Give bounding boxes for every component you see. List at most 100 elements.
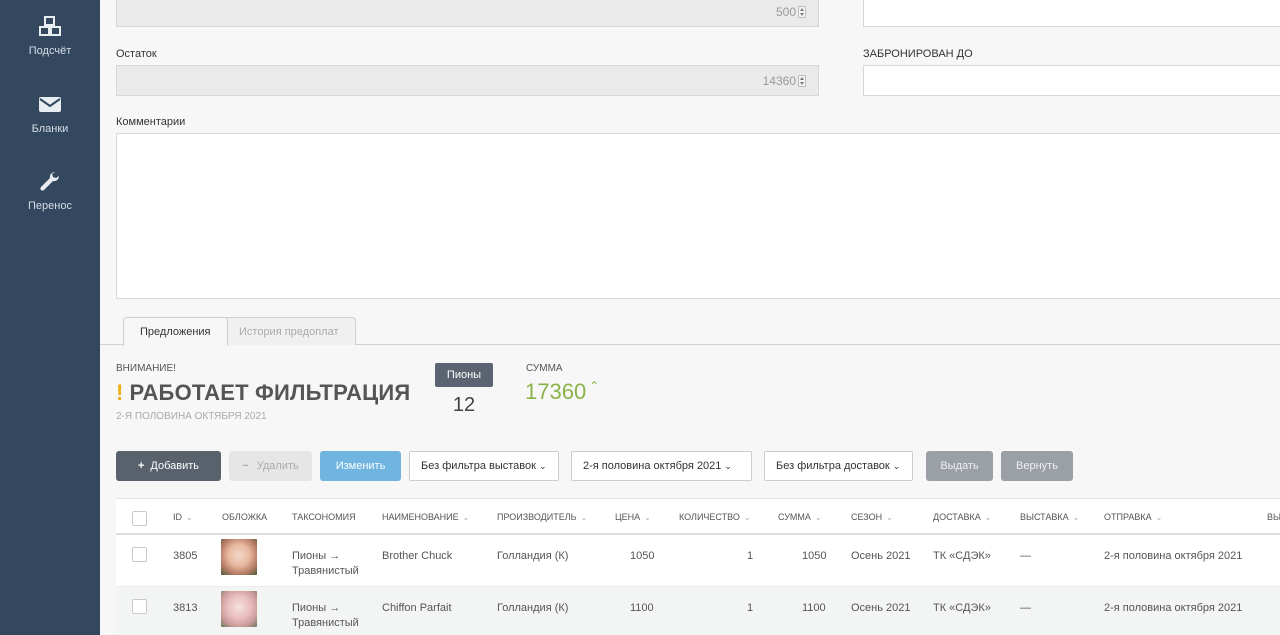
chevron-down-icon: ⌄ <box>724 461 732 471</box>
dropdown-value: 2-я половина октября 2021 <box>583 460 722 472</box>
chevron-down-icon: ⌄ <box>538 461 547 471</box>
return-button[interactable]: Вернуть <box>1001 451 1073 481</box>
chevron-up-icon: ⌃ <box>589 379 600 393</box>
sidebar-item-forms[interactable]: Бланки <box>0 93 100 135</box>
comments-textarea[interactable] <box>116 133 1280 299</box>
column-header-taxonomy: ТАКСОНОМИЯ <box>292 512 356 522</box>
cell-shipping: 2-я половина октября 2021 <box>1104 550 1243 562</box>
column-label: СЕЗОН <box>851 512 883 522</box>
cover-thumbnail[interactable] <box>221 539 257 575</box>
cell-sum: 1050 <box>802 550 827 562</box>
column-header-id[interactable]: ID ⌄ <box>173 512 193 522</box>
column-header-price[interactable]: ЦЕНА ⌄ <box>615 512 651 522</box>
filter-title: РАБОТАЕТ ФИЛЬТРАЦИЯ <box>129 380 411 405</box>
filter-period: 2-Я ПОЛОВИНА ОКТЯБРЯ 2021 <box>116 411 267 422</box>
right-top-field[interactable] <box>863 0 1280 27</box>
sidebar-item-label: Перенос <box>28 200 72 212</box>
column-label: ID <box>173 512 182 522</box>
cell-name: Chiffon Parfait <box>382 602 452 614</box>
taxonomy-line: Пионы → <box>292 602 341 614</box>
remainder-field[interactable]: 14360 <box>116 65 819 96</box>
column-header-quantity[interactable]: КОЛИЧЕСТВО ⌄ <box>679 512 751 522</box>
add-button[interactable]: + Добавить <box>116 451 221 481</box>
cell-name: Brother Chuck <box>382 550 453 562</box>
taxonomy-line: Травянистый <box>292 565 359 577</box>
give-button[interactable]: Выдать <box>926 451 993 481</box>
table-row[interactable]: 3805 Пионы → Травянистый Brother Chuck Го… <box>116 535 1280 587</box>
add-label: Добавить <box>150 460 200 472</box>
sidebar-item-label: Бланки <box>31 123 69 135</box>
stepper-icon[interactable] <box>798 75 806 87</box>
chevron-down-icon: ⌄ <box>984 513 992 522</box>
table-row[interactable]: 3813 Пионы → Травянистый Chiffon Parfait … <box>116 587 1280 635</box>
chevron-down-icon: ⌄ <box>886 513 893 522</box>
cover-thumbnail[interactable] <box>221 591 257 627</box>
column-header-name[interactable]: НАИМЕНОВАНИЕ ⌄ <box>382 512 469 522</box>
chevron-down-icon: ⌄ <box>1072 513 1080 522</box>
cell-sum: 1100 <box>802 602 826 614</box>
exhibitions-filter-dropdown[interactable]: Без фильтра выставок ⌄ <box>409 451 559 481</box>
cell-id: 3805 <box>173 550 198 562</box>
column-header-extra: ВЫ <box>1267 512 1280 522</box>
column-header-shipping[interactable]: ОТПРАВКА ⌄ <box>1104 512 1162 522</box>
chevron-down-icon: ⌄ <box>644 513 651 522</box>
group-badge: Пионы <box>435 363 493 387</box>
delete-label: Удалить <box>256 460 299 472</box>
column-label: СУММА <box>778 512 811 522</box>
select-all-checkbox[interactable] <box>132 511 147 526</box>
cell-delivery: ТК «СДЭК» <box>933 602 991 614</box>
chevron-down-icon: ⌄ <box>814 513 822 522</box>
column-header-delivery[interactable]: ДОСТАВКА ⌄ <box>933 512 991 522</box>
stepper-icon[interactable] <box>798 6 806 18</box>
column-header-season[interactable]: СЕЗОН ⌄ <box>851 512 893 522</box>
cell-exhibition: — <box>1020 550 1031 562</box>
wrench-icon <box>0 170 100 196</box>
group-count: 12 <box>452 394 476 416</box>
cubes-icon <box>0 15 100 41</box>
chevron-down-icon: ⌄ <box>1155 513 1163 522</box>
reserved-until-label: ЗАБРОНИРОВАН ДО <box>863 48 973 60</box>
chevron-down-icon: ⌄ <box>892 461 901 471</box>
delivery-filter-dropdown[interactable]: Без фильтра доставок ⌄ <box>764 451 913 481</box>
row-checkbox[interactable] <box>132 599 147 614</box>
chevron-down-icon: ⌄ <box>186 513 193 522</box>
reserved-until-field[interactable] <box>863 65 1280 96</box>
tab-prepayment-history[interactable]: История предоплат <box>222 317 356 345</box>
plus-icon: + <box>137 460 145 472</box>
tab-offers[interactable]: Предложения <box>123 317 228 346</box>
column-header-sum[interactable]: СУММА ⌄ <box>778 512 822 522</box>
taxonomy-line: Травянистый <box>292 617 359 629</box>
comments-label: Комментарии <box>116 116 186 128</box>
sum-label: СУММА <box>526 363 563 374</box>
column-label: ДОСТАВКА <box>933 512 981 522</box>
remainder-label: Остаток <box>116 48 157 60</box>
dropdown-value: Без фильтра выставок <box>421 460 536 472</box>
column-label: ВЫСТАВКА <box>1020 512 1069 522</box>
column-label: ЦЕНА <box>615 512 641 522</box>
cell-taxonomy: Пионы → Травянистый <box>292 601 359 631</box>
cell-price: 1050 <box>630 550 655 562</box>
sidebar-item-label: Подсчёт <box>28 45 72 57</box>
cell-delivery: ТК «СДЭК» <box>933 550 991 562</box>
main-content: 500 Остаток 14360 ЗАБРОНИРОВАН ДО Коммен… <box>100 0 1280 635</box>
filter-warning: ! РАБОТАЕТ ФИЛЬТРАЦИЯ <box>116 380 410 406</box>
remainder-value: 14360 <box>762 74 796 88</box>
exclamation-icon: ! <box>116 380 124 405</box>
sum-value: 17360 ⌃ <box>525 379 599 405</box>
cell-price: 1100 <box>630 602 654 614</box>
table-header: ID ⌄ ОБЛОЖКА ТАКСОНОМИЯ НАИМЕНОВАНИЕ ⌄ ПРО… <box>116 498 1280 535</box>
cell-producer: Голландия (К) <box>497 602 569 614</box>
column-header-producer[interactable]: ПРОИЗВОДИТЕЛЬ ⌄ <box>497 512 587 522</box>
dropdown-value: Без фильтра доставок <box>776 460 890 472</box>
cell-quantity: 1 <box>747 550 754 562</box>
row-checkbox[interactable] <box>132 547 147 562</box>
quantity-field[interactable]: 500 <box>116 0 819 27</box>
column-header-exhibition[interactable]: ВЫСТАВКА ⌄ <box>1020 512 1079 522</box>
period-filter-dropdown[interactable]: 2-я половина октября 2021 ⌄ <box>571 451 752 481</box>
sidebar-item-transfer[interactable]: Перенос <box>0 170 100 212</box>
delete-button[interactable]: − Удалить <box>229 451 312 481</box>
taxonomy-line: Пионы → <box>292 550 341 562</box>
edit-button[interactable]: Изменить <box>320 451 401 481</box>
chevron-down-icon: ⌄ <box>580 513 588 522</box>
sidebar-item-count[interactable]: Подсчёт <box>0 15 100 57</box>
